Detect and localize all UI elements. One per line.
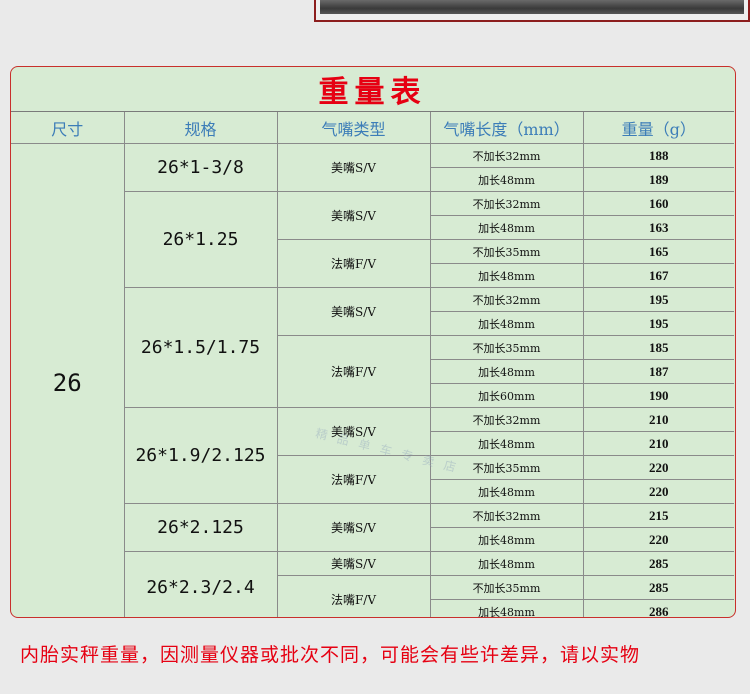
valve-length-cell: 加长48mm <box>429 311 584 336</box>
weight-cell: 185 <box>582 335 735 360</box>
valve-length-cell: 加长48mm <box>429 215 584 240</box>
weight-cell: 160 <box>582 191 735 216</box>
valve-type-cell: 法嘴F/V <box>276 575 431 617</box>
valve-type-cell: 美嘴S/V <box>276 551 431 576</box>
valve-type-cell: 美嘴S/V <box>276 143 431 192</box>
valve-type-cell: 美嘴S/V <box>276 503 431 552</box>
product-photo-strip <box>314 0 750 22</box>
weight-cell: 220 <box>582 527 735 552</box>
valve-length-cell: 加长48mm <box>429 479 584 504</box>
footer-note: 内胎实秤重量，因测量仪器或批次不同，可能会有些许差异，请以实物 <box>20 644 641 666</box>
spec-cell: 26*1-3/8 <box>123 143 278 192</box>
tube-photo <box>320 0 744 14</box>
weight-cell: 285 <box>582 575 735 600</box>
valve-length-cell: 加长48mm <box>429 551 584 576</box>
valve-type-cell: 美嘴S/V <box>276 191 431 240</box>
spec-cell: 26*1.25 <box>123 191 278 288</box>
header-size: 尺寸 <box>11 111 125 144</box>
valve-type-cell: 法嘴F/V <box>276 335 431 408</box>
valve-length-cell: 加长48mm <box>429 167 584 192</box>
header-weight: 重量（g） <box>582 111 735 144</box>
weight-cell: 220 <box>582 455 735 480</box>
valve-length-cell: 不加长35mm <box>429 335 584 360</box>
weight-table-panel: 重量表 尺寸 规格 气嘴类型 气嘴长度（mm） 重量（g） 26 26*1-3/8… <box>10 66 736 618</box>
valve-type-cell: 法嘴F/V <box>276 239 431 288</box>
weight-cell: 165 <box>582 239 735 264</box>
valve-length-cell: 加长48mm <box>429 431 584 456</box>
weight-cell: 286 <box>582 599 735 617</box>
valve-type-cell: 美嘴S/V <box>276 287 431 336</box>
spec-cell: 26*1.9/2.125 <box>123 407 278 504</box>
weight-cell: 163 <box>582 215 735 240</box>
valve-length-cell: 不加长35mm <box>429 575 584 600</box>
weight-cell: 190 <box>582 383 735 408</box>
weight-cell: 195 <box>582 287 735 312</box>
weight-cell: 188 <box>582 143 735 168</box>
header-valve-length: 气嘴长度（mm） <box>429 111 584 144</box>
valve-length-cell: 加长48mm <box>429 527 584 552</box>
table-row: 26 26*1-3/8 美嘴S/V 不加长32mm 188 <box>11 143 735 617</box>
spec-cell: 26*1.5/1.75 <box>123 287 278 408</box>
valve-length-cell: 不加长32mm <box>429 407 584 432</box>
valve-length-cell: 加长48mm <box>429 359 584 384</box>
valve-length-cell: 加长48mm <box>429 599 584 617</box>
valve-length-cell: 加长48mm <box>429 263 584 288</box>
weight-cell: 189 <box>582 167 735 192</box>
size-cell: 26 <box>11 143 125 617</box>
valve-length-cell: 不加长35mm <box>429 239 584 264</box>
weight-cell: 187 <box>582 359 735 384</box>
weight-cell: 285 <box>582 551 735 576</box>
valve-length-cell: 不加长32mm <box>429 143 584 168</box>
spec-cell: 26*2.125 <box>123 503 278 552</box>
table-title: 重量表 <box>11 67 735 112</box>
weight-cell: 210 <box>582 431 735 456</box>
valve-length-cell: 不加长32mm <box>429 287 584 312</box>
header-spec: 规格 <box>123 111 278 144</box>
spec-cell: 26*2.3/2.4 <box>123 551 278 617</box>
weight-cell: 220 <box>582 479 735 504</box>
header-valve-type: 气嘴类型 <box>276 111 431 144</box>
weight-cell: 215 <box>582 503 735 528</box>
weight-table: 重量表 尺寸 规格 气嘴类型 气嘴长度（mm） 重量（g） 26 26*1-3/8… <box>11 67 735 617</box>
valve-length-cell: 加长60mm <box>429 383 584 408</box>
weight-cell: 167 <box>582 263 735 288</box>
weight-cell: 210 <box>582 407 735 432</box>
weight-cell: 195 <box>582 311 735 336</box>
valve-length-cell: 不加长32mm <box>429 191 584 216</box>
valve-length-cell: 不加长32mm <box>429 503 584 528</box>
